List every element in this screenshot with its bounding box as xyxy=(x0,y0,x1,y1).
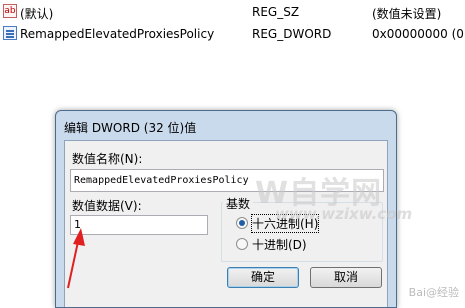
annotation-arrow-icon xyxy=(67,228,85,289)
